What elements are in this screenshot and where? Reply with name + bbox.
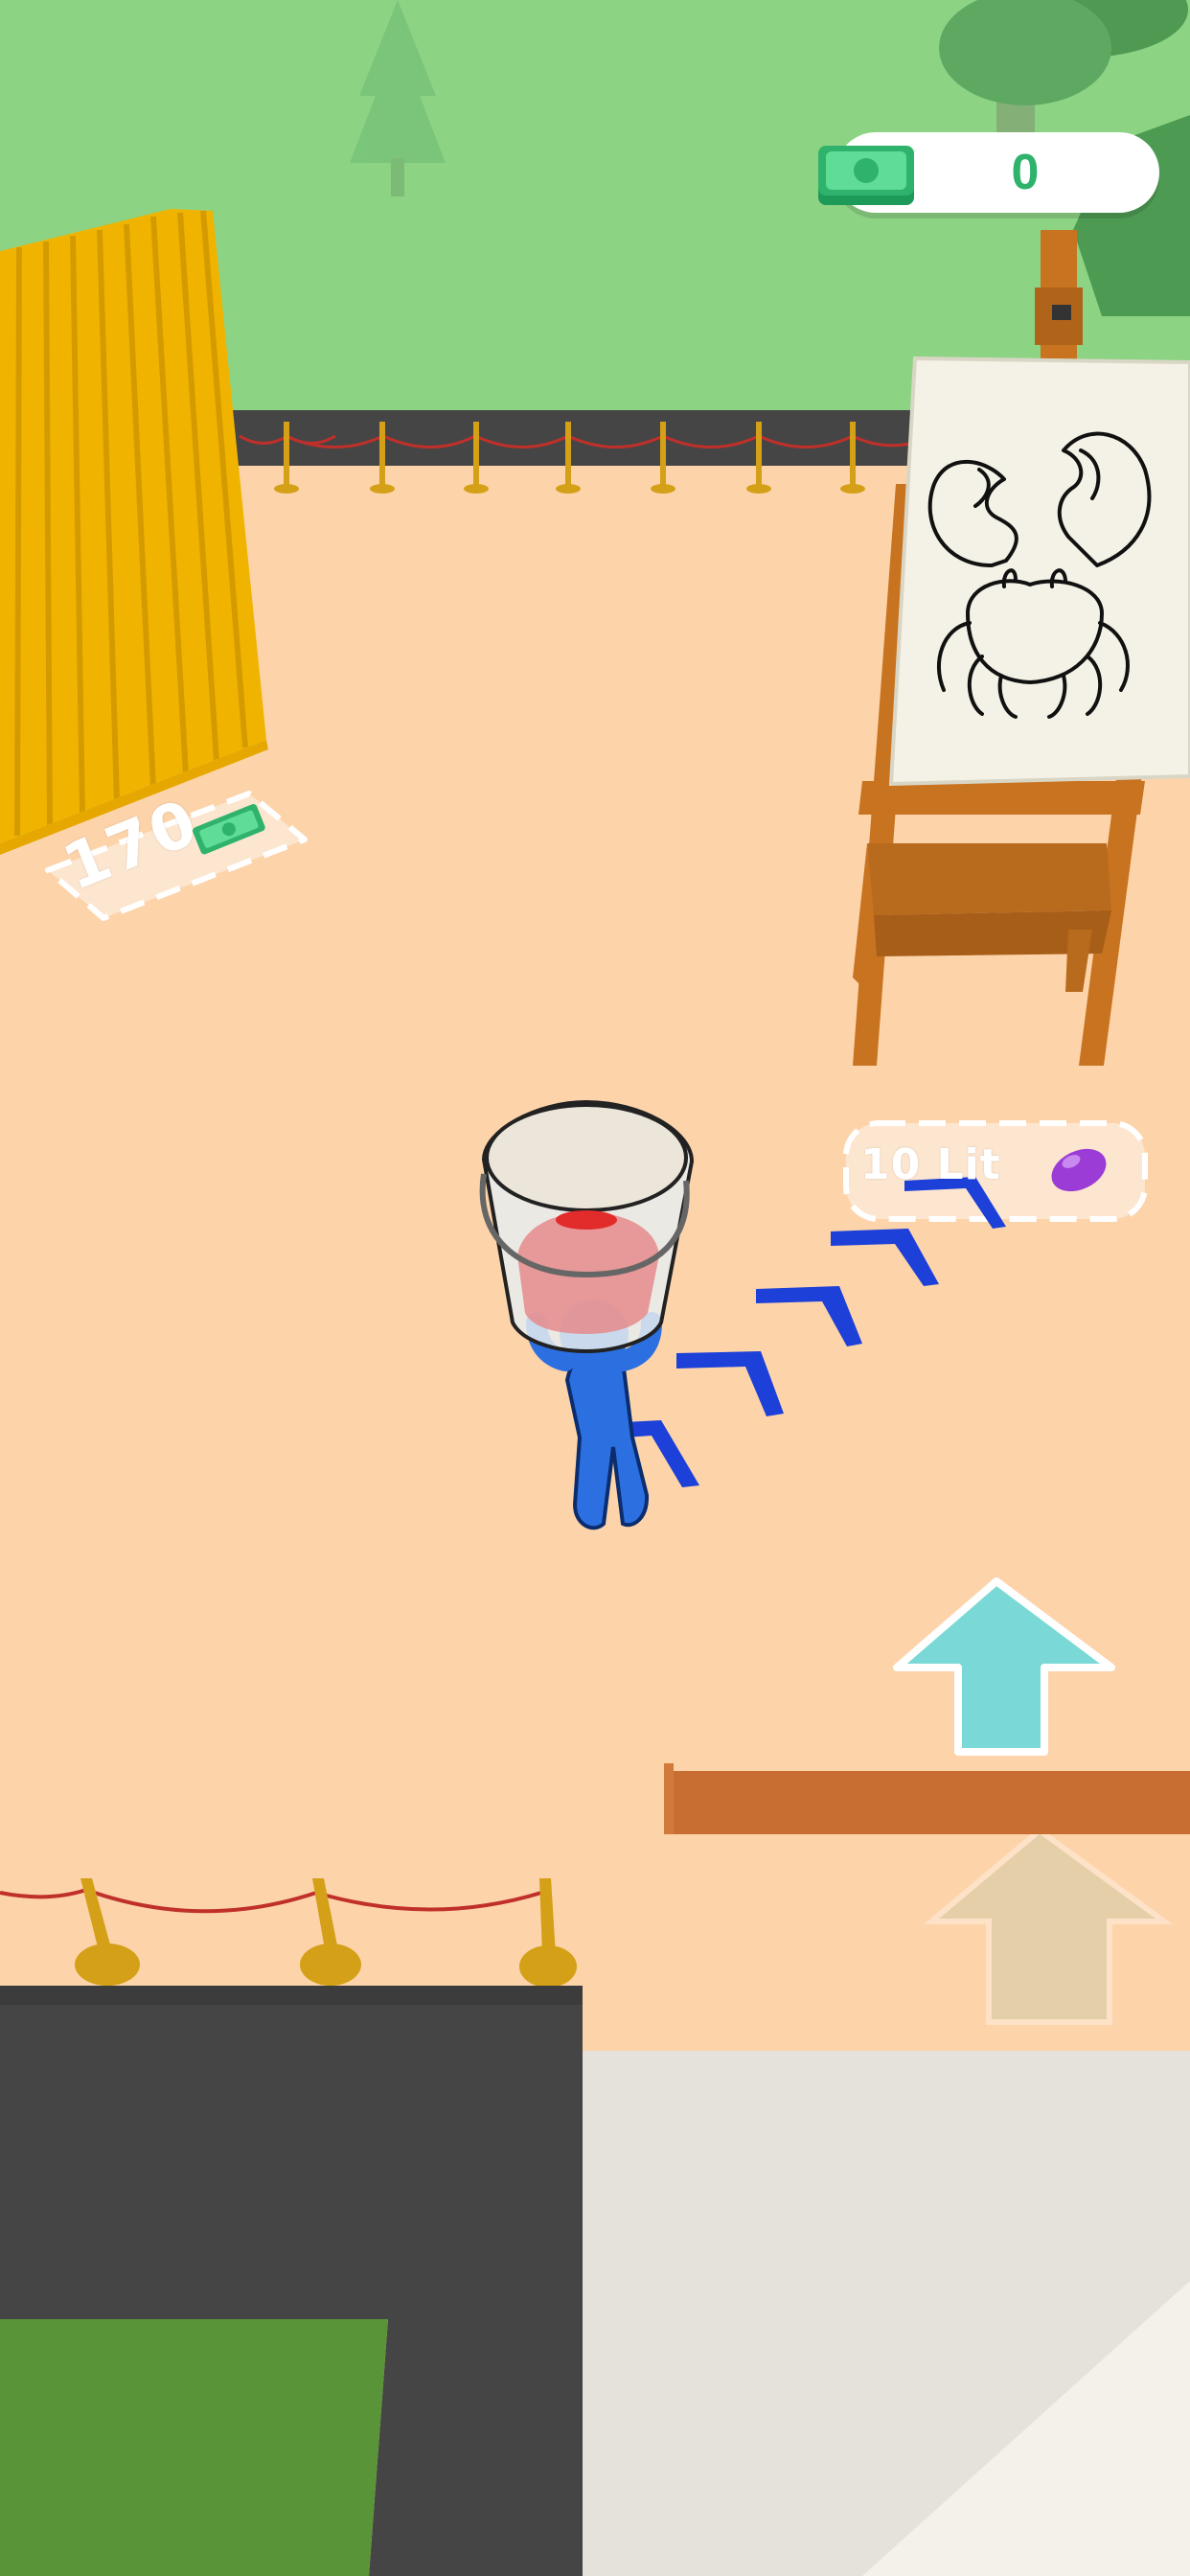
canvas[interactable]	[888, 356, 1190, 787]
money-count: 0	[1011, 145, 1040, 200]
paint-bucket	[479, 1099, 695, 1354]
orange-wall	[664, 1763, 1190, 1834]
dark-block-top	[0, 1986, 583, 2005]
paint-amount-label: 10 Lit	[860, 1140, 1001, 1189]
game-scene	[0, 0, 1190, 2576]
green-lawn	[0, 2319, 388, 2576]
